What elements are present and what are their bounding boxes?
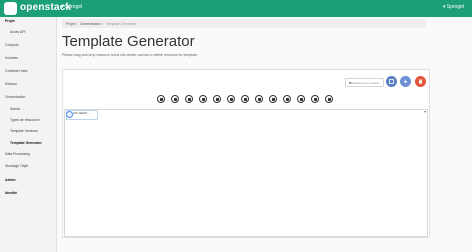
- network-icon[interactable]: [171, 95, 179, 103]
- security-group-icon[interactable]: [255, 95, 263, 103]
- router-icon[interactable]: [213, 95, 221, 103]
- sidebar-item-identity[interactable]: Identité: [5, 191, 17, 195]
- sidebar-item-admin[interactable]: Admin: [5, 178, 16, 182]
- download-button[interactable]: [400, 76, 411, 87]
- download-icon: [403, 79, 408, 84]
- sidebar-item-compute[interactable]: Compute: [5, 43, 19, 47]
- save-button[interactable]: [386, 76, 397, 87]
- project-selector[interactable]: ▾ Sprogel: [61, 4, 82, 10]
- volume-icon[interactable]: [241, 95, 249, 103]
- breadcrumb: Projet / Orchestration / Template Genera…: [62, 19, 426, 28]
- sidebar-item-stacks[interactable]: Stacks: [10, 107, 20, 111]
- breadcrumb-orchestration[interactable]: Orchestration: [80, 22, 100, 26]
- page-subtitle: Please drag and drop resource icons into…: [62, 53, 198, 57]
- server-icon[interactable]: [157, 95, 165, 103]
- top-navbar: openstack ▾ Sprogel ▾ Sprogel: [0, 0, 472, 17]
- sidebar-item-projet[interactable]: Projet: [5, 19, 15, 23]
- template-canvas[interactable]: [64, 109, 428, 237]
- subnet-icon[interactable]: [185, 95, 193, 103]
- firewall-icon[interactable]: [311, 95, 319, 103]
- sidebar-item-orchestration[interactable]: Orchestration: [5, 95, 25, 99]
- breadcrumb-current: Template Generator: [106, 22, 136, 26]
- sidebar-item-volumes[interactable]: Volumes: [5, 56, 18, 60]
- sidebar: [0, 17, 57, 252]
- save-icon: [389, 79, 394, 84]
- stack-icon[interactable]: [325, 95, 333, 103]
- sidebar-item-resource-types[interactable]: Types de ressource: [10, 118, 40, 122]
- sidebar-item-object-storage[interactable]: Stockage Objet: [5, 164, 28, 168]
- openstack-logo-icon[interactable]: [4, 2, 17, 15]
- version-select[interactable]: Sélectionner la version ▾: [345, 78, 384, 87]
- page-title: Template Generator: [62, 33, 195, 50]
- port-icon[interactable]: [199, 95, 207, 103]
- breadcrumb-projet[interactable]: Projet: [66, 22, 75, 26]
- sidebar-item-network[interactable]: Réseau: [5, 82, 17, 86]
- sidebar-item-template-generator[interactable]: Template Generator: [10, 141, 42, 145]
- canvas-collapse-icon[interactable]: ▾: [424, 109, 426, 114]
- trash-icon: [418, 79, 423, 84]
- chevron-down-icon: ▾: [349, 80, 352, 85]
- load-balancer-icon[interactable]: [297, 95, 305, 103]
- key-icon[interactable]: [269, 95, 277, 103]
- sidebar-item-api-access[interactable]: Accès API: [10, 30, 25, 34]
- cloud-icon[interactable]: [227, 95, 235, 103]
- sidebar-item-template-versions[interactable]: Template Versions: [10, 129, 38, 133]
- root-node-label: OS::HEAT::...: [73, 111, 91, 115]
- sidebar-item-data-processing[interactable]: Data Processing: [5, 152, 30, 156]
- user-menu[interactable]: ▾ Sprogel: [443, 4, 464, 10]
- floating-ip-icon[interactable]: [283, 95, 291, 103]
- root-node-icon[interactable]: [66, 111, 73, 118]
- sidebar-item-container-infra[interactable]: Container Infra: [5, 69, 27, 73]
- delete-button[interactable]: [415, 76, 426, 87]
